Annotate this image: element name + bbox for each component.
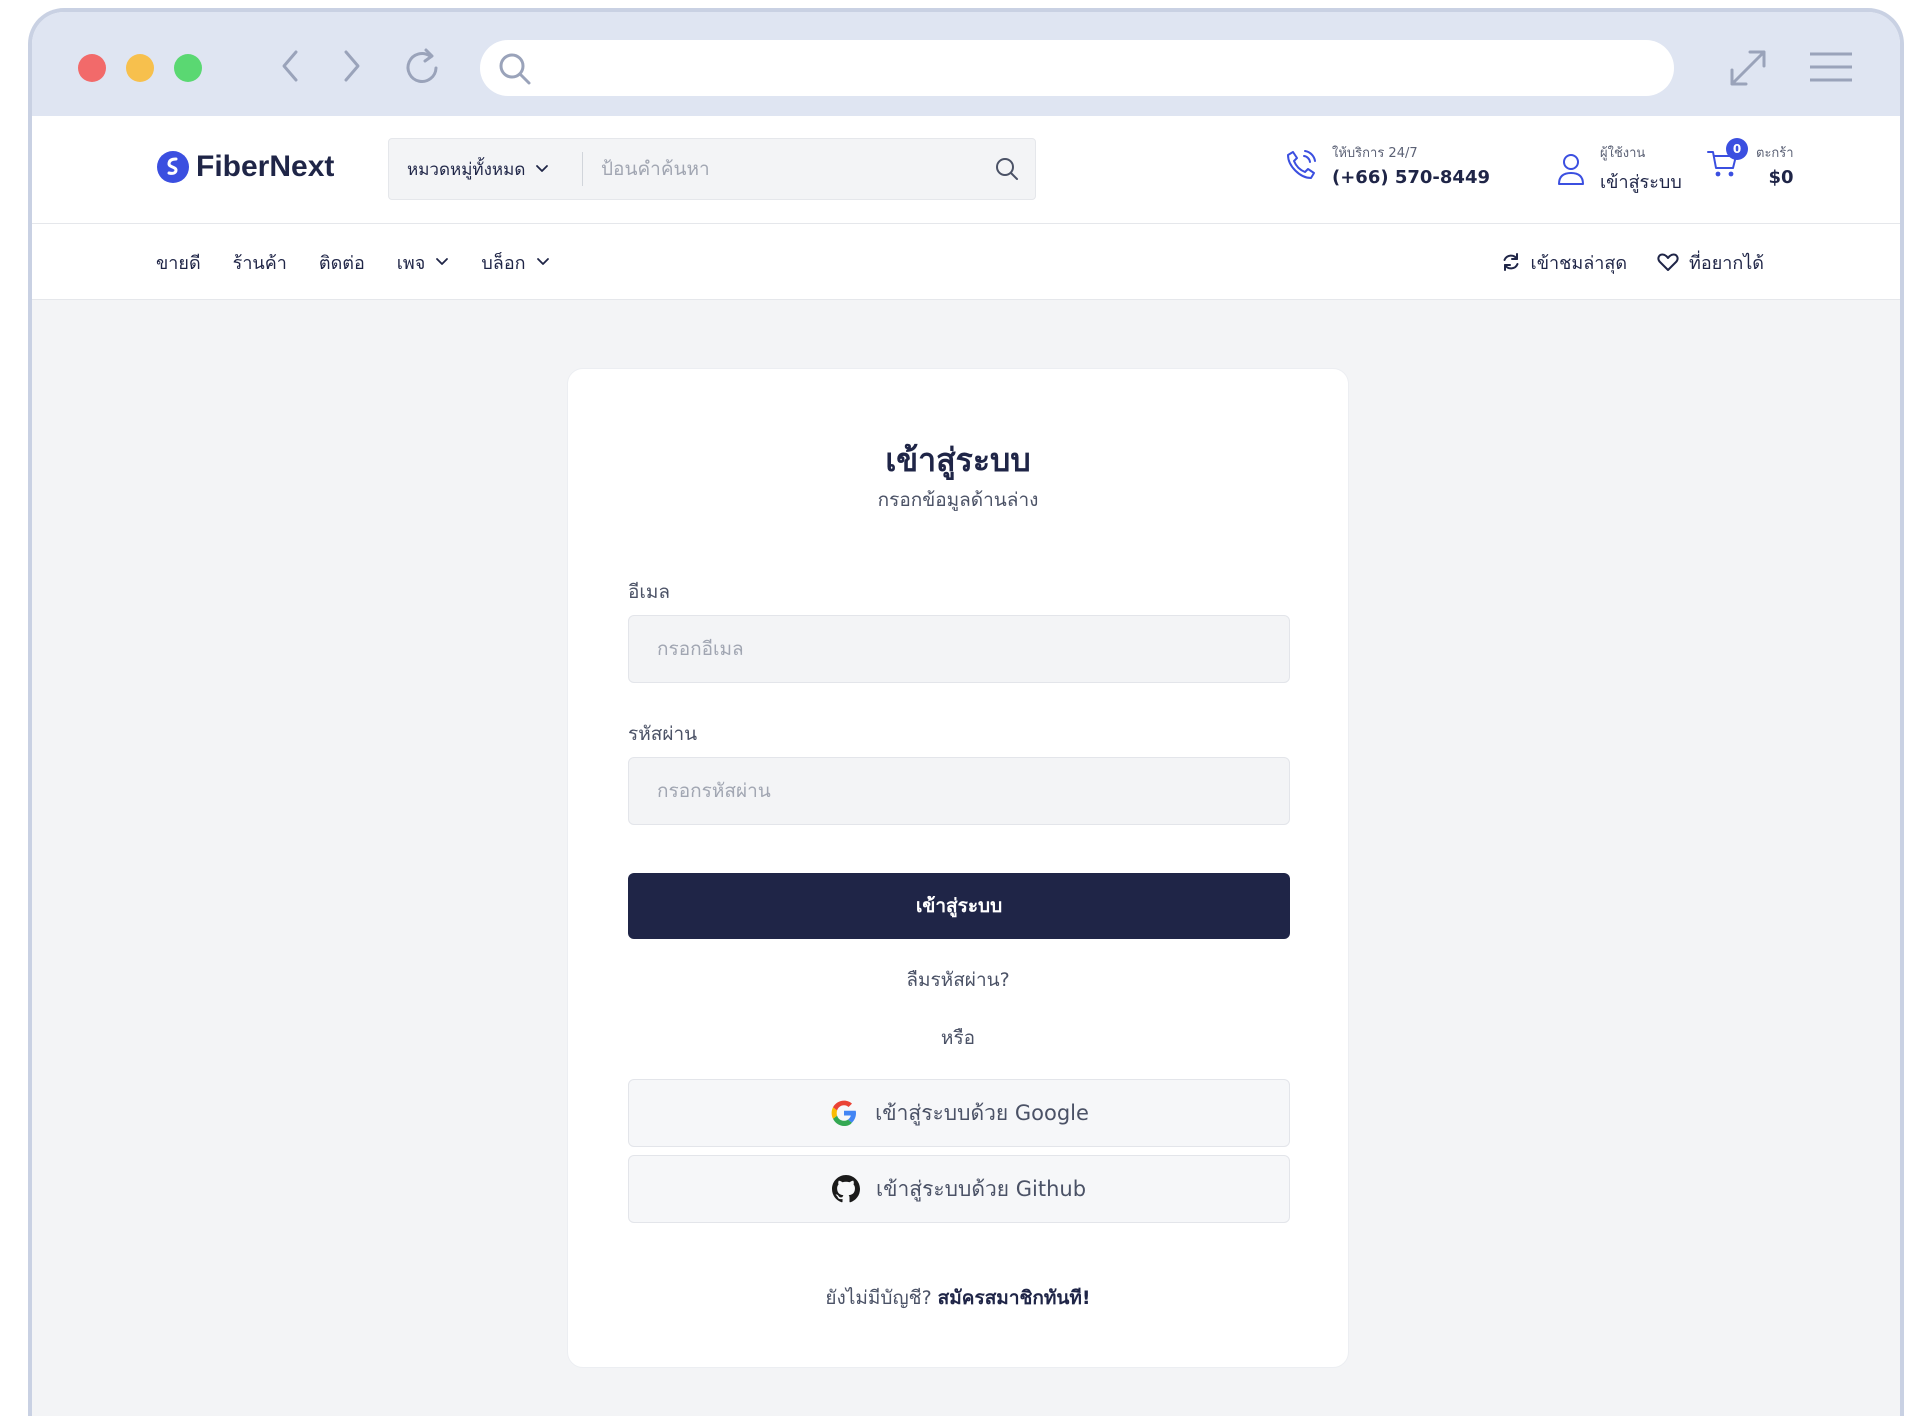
github-login-label: เข้าสู่ระบบด้วย Github — [875, 1176, 1087, 1201]
category-select-label: หมวดหมู่ทั้งหมด — [407, 159, 526, 180]
category-select[interactable]: หมวดหมู่ทั้งหมด — [389, 152, 583, 186]
account-menu[interactable]: ผู้ใช้งาน เข้าสู่ระบบ — [1556, 142, 1682, 196]
password-label: รหัสผ่าน — [628, 723, 698, 745]
search-icon — [499, 53, 531, 85]
main-content: เข้าสู่ระบบ กรอกข้อมูลด้านล่าง อีเมล รหั… — [32, 300, 1900, 1416]
password-field[interactable] — [628, 757, 1290, 825]
cart-total: $0 — [1768, 167, 1794, 188]
or-divider: หรือ — [940, 1027, 976, 1049]
login-title: เข้าสู่ระบบ — [885, 441, 1031, 479]
browser-toolbar — [32, 12, 1900, 116]
nav-item-pages[interactable]: เพจ — [397, 248, 450, 277]
maximize-dot[interactable] — [174, 54, 202, 82]
forward-icon[interactable] — [338, 46, 364, 90]
search-bar: หมวดหมู่ทั้งหมด — [388, 138, 1036, 200]
google-login-button[interactable]: เข้าสู่ระบบด้วย Google — [628, 1079, 1290, 1147]
user-icon — [1558, 154, 1584, 185]
github-login-button[interactable]: เข้าสู่ระบบด้วย Github — [628, 1155, 1290, 1223]
cart-label: ตะกร้า — [1756, 146, 1794, 161]
nav-item-label: ร้านค้า — [232, 252, 287, 274]
nav-item-label: บล็อก — [481, 252, 526, 274]
main-nav: ขายดี ร้านค้า ติดต่อ เพจ บล็อก เข้าชมล่า… — [32, 224, 1900, 300]
search-input[interactable] — [583, 139, 979, 199]
nav-item-label: ติดต่อ — [318, 252, 365, 274]
login-button[interactable]: เข้าสู่ระบบ — [628, 873, 1290, 939]
account-label: ผู้ใช้งาน — [1600, 146, 1646, 161]
nav-actions: เข้าชมล่าสุด ที่อยากได้ — [1501, 224, 1764, 300]
forgot-password-link[interactable]: ลืมรหัสผ่าน? — [568, 965, 1348, 995]
nav-item-label: ขายดี — [156, 252, 201, 274]
logo[interactable]: FiberNext — [156, 150, 334, 184]
chevron-down-icon — [436, 258, 449, 265]
nav-item-label: เพจ — [396, 252, 426, 274]
heart-icon — [1657, 253, 1679, 271]
close-dot[interactable] — [78, 54, 106, 82]
support-label: ให้บริการ 24/7 — [1332, 146, 1418, 161]
support-phone: (+66) 570-8449 — [1332, 167, 1490, 188]
logo-icon — [157, 151, 189, 183]
wishlist-label: ที่อยากได้ — [1689, 252, 1764, 274]
email-field[interactable] — [628, 615, 1290, 683]
reload-icon[interactable] — [400, 46, 448, 94]
github-icon — [831, 1175, 860, 1203]
signup-prompt: ยังไม่มีบัญชี? สมัครสมาชิกทันที! — [568, 1283, 1348, 1313]
nav-item-blog[interactable]: บล็อก — [481, 248, 549, 277]
nav-item-bestsellers[interactable]: ขายดี — [156, 248, 201, 277]
menu-icon[interactable] — [1808, 50, 1854, 88]
nav-item-contact[interactable]: ติดต่อ — [319, 248, 365, 277]
recently-viewed-link[interactable]: เข้าชมล่าสุด — [1501, 248, 1627, 277]
cart-count-badge: 0 — [1726, 138, 1748, 160]
logo-text: FiberNext — [196, 150, 335, 183]
refresh-icon — [1503, 253, 1519, 271]
login-subtitle: กรอกข้อมูลด้านล่าง — [877, 489, 1039, 511]
chevron-down-icon — [536, 258, 549, 265]
no-account-text: ยังไม่มีบัญชี? — [825, 1287, 932, 1309]
google-icon — [831, 1100, 857, 1126]
wishlist-link[interactable]: ที่อยากได้ — [1657, 248, 1764, 277]
email-label: อีเมล — [628, 581, 671, 603]
cart-button[interactable]: 0 ตะกร้า $0 — [1706, 138, 1794, 188]
nav-item-shop[interactable]: ร้านค้า — [233, 248, 287, 277]
login-card: เข้าสู่ระบบ กรอกข้อมูลด้านล่าง อีเมล รหั… — [567, 368, 1349, 1368]
phone-icon — [1287, 150, 1316, 179]
nav-links: ขายดี ร้านค้า ติดต่อ เพจ บล็อก — [156, 224, 550, 300]
expand-icon[interactable] — [1726, 46, 1770, 94]
search-button[interactable] — [979, 139, 1035, 199]
site-header: FiberNext หมวดหมู่ทั้งหมด ให้บริการ 24/7… — [32, 116, 1900, 224]
account-login-link: เข้าสู่ระบบ — [1600, 172, 1682, 193]
minimize-dot[interactable] — [126, 54, 154, 82]
support-contact[interactable]: ให้บริการ 24/7 (+66) 570-8449 — [1284, 142, 1490, 188]
address-bar[interactable] — [480, 40, 1674, 96]
browser-window: FiberNext หมวดหมู่ทั้งหมด ให้บริการ 24/7… — [28, 8, 1904, 1416]
back-icon[interactable] — [278, 46, 304, 90]
search-icon — [996, 158, 1018, 180]
google-login-label: เข้าสู่ระบบด้วย Google — [875, 1100, 1089, 1125]
signup-link[interactable]: สมัครสมาชิกทันที! — [938, 1287, 1091, 1309]
chevron-down-icon — [536, 165, 549, 172]
recently-viewed-label: เข้าชมล่าสุด — [1530, 252, 1628, 274]
